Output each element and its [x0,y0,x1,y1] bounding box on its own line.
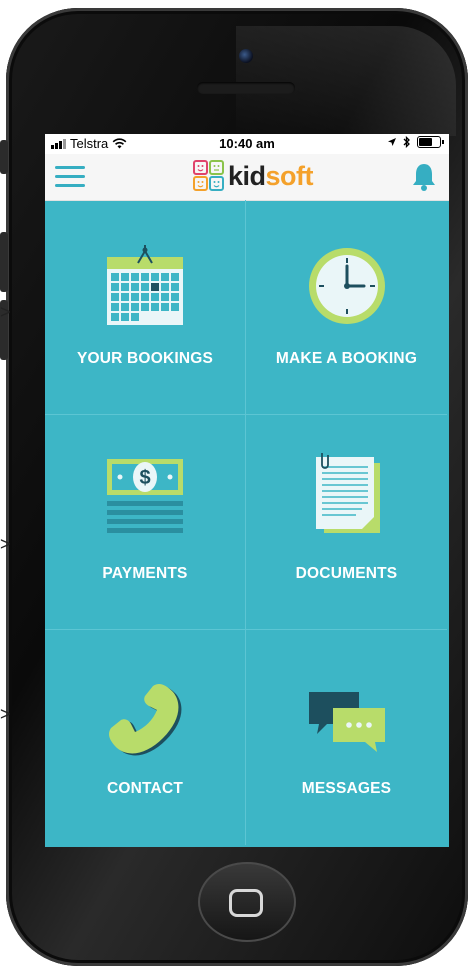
logo-wordmark-kid: kid [228,160,266,191]
payments-tile[interactable]: $ PAYMENTS [45,415,246,630]
earpiece-speaker [197,82,295,94]
phone-glare [236,26,456,136]
app-screen: Telstra 10:40 am kidsoft YOUR BOOKINGS M… [45,134,449,847]
kidsoft-logo: kidsoft [193,160,314,192]
documents-tile[interactable]: DOCUMENTS [246,415,447,630]
svg-text:$: $ [139,467,150,489]
menu-grid: YOUR BOOKINGS MAKE A BOOKING $ PAYMENTS … [45,200,449,847]
front-camera [239,49,253,63]
logo-wordmark: kidsoft [228,160,314,192]
volume-up-button [0,232,8,292]
clock-icon [307,246,387,331]
bell-icon [413,164,435,191]
messages-label: MESSAGES [301,780,392,797]
notifications-button[interactable] [411,162,437,197]
calendar-icon [105,245,185,332]
status-right [387,136,444,148]
status-bar: Telstra 10:40 am [45,134,449,154]
contact-tile[interactable]: CONTACT [45,630,246,845]
home-button-icon [229,889,263,917]
arrow-marker-icon: > [0,704,11,724]
make-a-booking-label: MAKE A BOOKING [275,350,418,367]
money-icon: $ [105,457,185,542]
location-arrow-icon [388,138,396,146]
messages-tile[interactable]: MESSAGES [246,630,447,845]
kidsoft-logo-icon [193,160,224,191]
documents-icon [312,453,382,540]
bluetooth-icon [403,136,410,148]
arrow-marker-icon: > [0,534,11,554]
arrow-marker-icon: > [0,302,11,322]
logo-wordmark-soft: soft [265,160,314,191]
mute-switch [0,140,8,174]
battery-level [419,138,433,146]
your-bookings-tile[interactable]: YOUR BOOKINGS [45,200,246,415]
your-bookings-label: YOUR BOOKINGS [76,350,214,367]
make-a-booking-tile[interactable]: MAKE A BOOKING [246,200,447,415]
chat-bubbles-icon [307,690,387,757]
phone-icon [105,680,185,765]
payments-label: PAYMENTS [102,565,188,582]
menu-button[interactable] [55,164,87,190]
contact-label: CONTACT [106,780,184,797]
documents-label: DOCUMENTS [295,565,398,582]
battery-icon [417,136,444,148]
app-header: kidsoft [45,154,449,201]
